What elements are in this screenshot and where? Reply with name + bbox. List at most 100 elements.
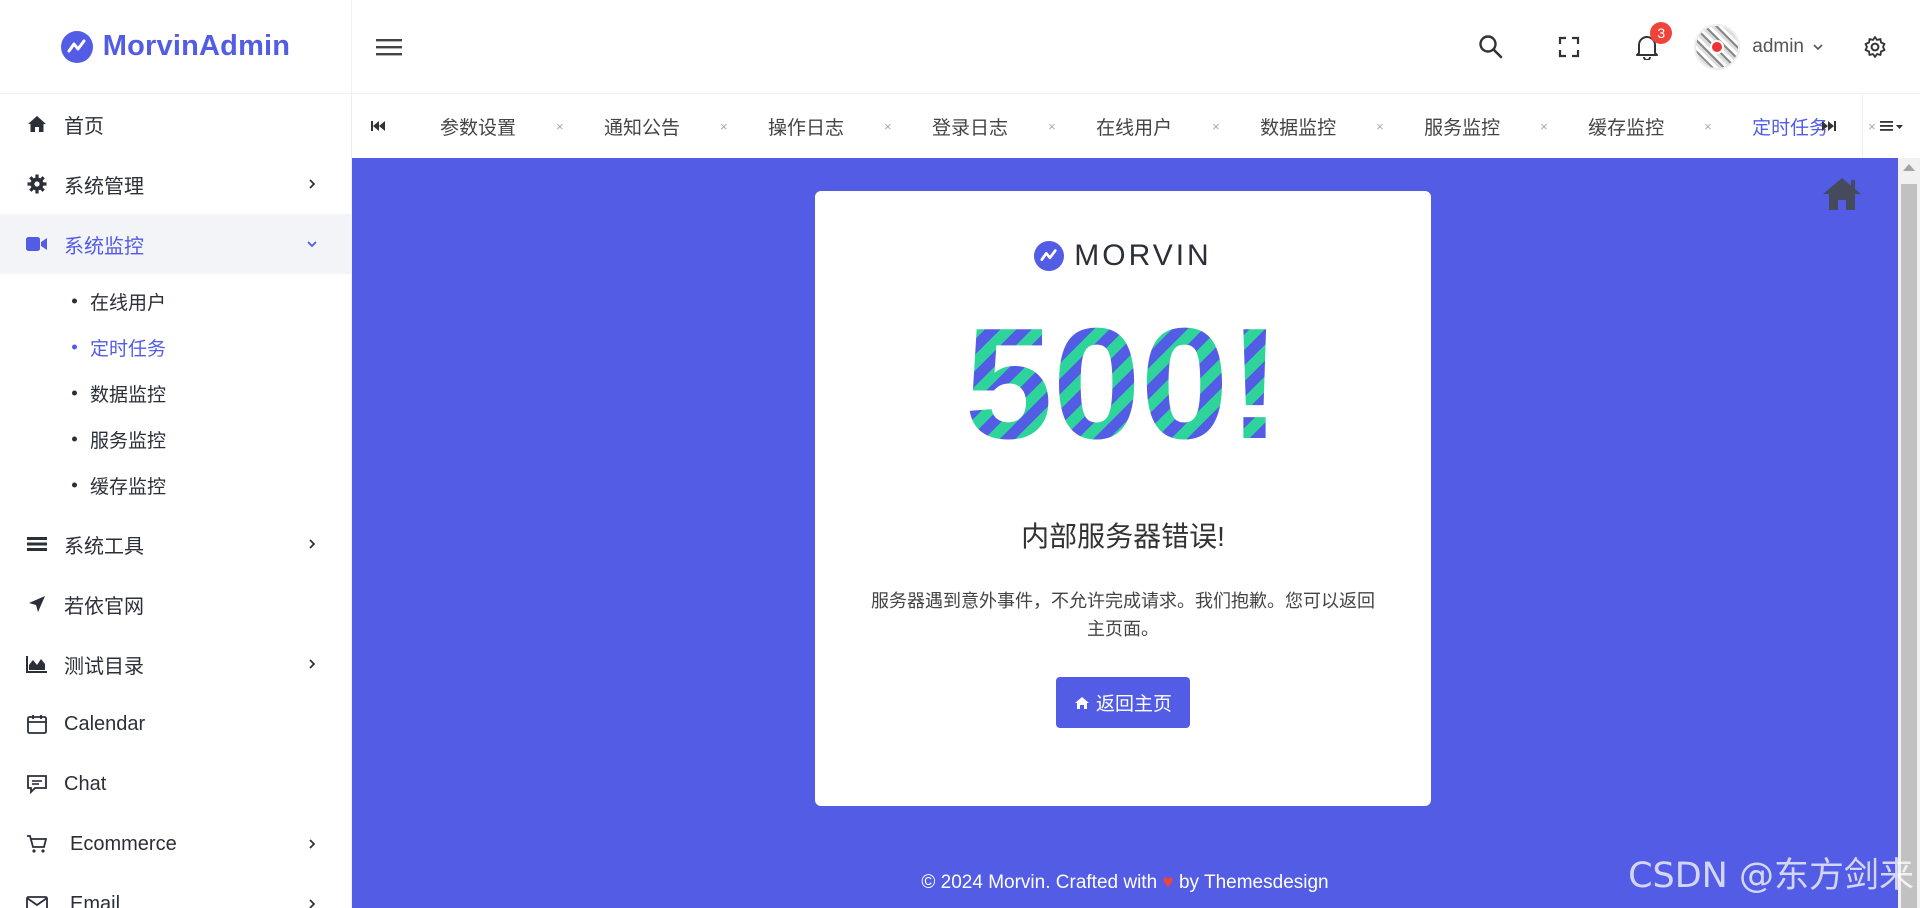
- chevron-down-icon: [1813, 44, 1823, 51]
- notification-bell-icon[interactable]: 3: [1632, 22, 1673, 62]
- tab-close-icon[interactable]: ×: [1704, 119, 1716, 134]
- user-menu[interactable]: admin: [1694, 24, 1824, 70]
- submenu-item-cache-monitor[interactable]: 缓存监控: [0, 462, 351, 508]
- footer-text-suffix: by Themesdesign: [1178, 872, 1329, 893]
- settings-gear-icon[interactable]: [1860, 32, 1890, 62]
- tab-param-settings[interactable]: 参数设置 ×: [404, 94, 568, 158]
- fullscreen-icon[interactable]: [1554, 32, 1584, 62]
- vertical-scrollbar[interactable]: [1898, 158, 1920, 908]
- search-icon[interactable]: [1476, 32, 1506, 62]
- location-arrow-icon: [26, 593, 48, 615]
- tab-close-icon[interactable]: ×: [1212, 119, 1224, 134]
- sidebar-item-chat[interactable]: Chat: [0, 754, 351, 814]
- home-icon[interactable]: [1821, 176, 1863, 217]
- sidebar-menu: 首页 系统管理 系统监控 在线用户 定时任务 数据监控 服务监控 缓存监控 系统…: [0, 94, 351, 908]
- tabs-bar: 参数设置 × 通知公告 × 操作日志 × 登录日志 × 在线用户 × 数据监控 × 服务监控…: [352, 94, 1920, 158]
- watermark-text: CSDN @东方剑来: [1628, 856, 1914, 896]
- error-description: 服务器遇到意外事件，不允许完成请求。我们抱歉。您可以返回主页面。: [871, 591, 1375, 639]
- error-title: 内部服务器错误!: [1021, 521, 1225, 552]
- sidebar-item-system-management[interactable]: 系统管理: [0, 154, 351, 214]
- sidebar-item-label: 系统监控: [64, 235, 144, 258]
- sidebar-item-label: Email: [70, 892, 121, 908]
- sidebar-item-email[interactable]: Email: [0, 874, 351, 908]
- tab-cache-monitor[interactable]: 缓存监控 ×: [1552, 94, 1716, 158]
- heart-icon: ♥: [1162, 872, 1174, 893]
- tab-close-icon[interactable]: ×: [1376, 119, 1388, 134]
- tabs-menu-dropdown[interactable]: [1862, 94, 1920, 158]
- submenu-item-online-users[interactable]: 在线用户: [0, 278, 351, 324]
- tabs-controls: [1796, 94, 1920, 158]
- cart-icon: [26, 833, 48, 855]
- tabs-scroll-right-button[interactable]: [1796, 94, 1862, 158]
- bars-icon: [26, 533, 48, 555]
- scroll-up-arrow-icon[interactable]: [1903, 164, 1915, 171]
- chevron-right-icon: [309, 179, 316, 189]
- sidebar-item-home[interactable]: 首页: [0, 94, 351, 154]
- brand-wordmark: MORVIN: [1074, 239, 1212, 272]
- tab-close-icon[interactable]: ×: [556, 119, 568, 134]
- tab-close-icon[interactable]: ×: [1540, 119, 1552, 134]
- sidebar-item-system-monitor[interactable]: 系统监控: [0, 214, 351, 274]
- sidebar-item-system-tools[interactable]: 系统工具: [0, 514, 351, 574]
- calendar-icon: [26, 713, 48, 735]
- sidebar-item-calendar[interactable]: Calendar: [0, 694, 351, 754]
- home-icon: [1074, 696, 1089, 709]
- back-home-button[interactable]: 返回主页: [1055, 677, 1190, 728]
- sidebar: MorvinAdmin 首页 系统管理 系统监控 在线用户 定时任务 数据监控 …: [0, 0, 352, 908]
- sidebar-item-label: Calendar: [64, 712, 146, 735]
- brand-name: MorvinAdmin: [102, 30, 291, 62]
- home-icon: [26, 113, 48, 135]
- tab-service-monitor[interactable]: 服务监控 ×: [1388, 94, 1552, 158]
- top-header: 3 admin: [352, 0, 1920, 94]
- brand-logo-icon: [60, 30, 93, 63]
- chevron-right-icon: [309, 659, 316, 669]
- sidebar-item-test-directory[interactable]: 测试目录: [0, 634, 351, 694]
- chat-icon: [26, 773, 48, 795]
- submenu-item-service-monitor[interactable]: 服务监控: [0, 416, 351, 462]
- sidebar-item-label: 系统工具: [64, 535, 144, 558]
- chevron-right-icon: [309, 539, 316, 549]
- submenu-item-data-monitor[interactable]: 数据监控: [0, 370, 351, 416]
- tab-close-icon[interactable]: ×: [1048, 119, 1060, 134]
- brand-logo-link[interactable]: MorvinAdmin: [0, 0, 351, 94]
- tab-notices[interactable]: 通知公告 ×: [568, 94, 732, 158]
- tabs-scroll-left-button[interactable]: [352, 94, 404, 158]
- tab-data-monitor[interactable]: 数据监控 ×: [1224, 94, 1388, 158]
- chevron-down-icon: [307, 241, 317, 248]
- sidebar-item-label: 首页: [64, 115, 104, 138]
- sidebar-item-label: 测试目录: [64, 655, 144, 678]
- error-card-brand: MORVIN: [815, 239, 1431, 273]
- sidebar-item-ecommerce[interactable]: Ecommerce: [0, 814, 351, 874]
- header-actions: 3 admin: [1458, 0, 1920, 94]
- back-home-button-label: 返回主页: [1095, 694, 1172, 715]
- error-card: MORVIN 500! 内部服务器错误! 服务器遇到意外事件，不允许完成请求。我…: [815, 191, 1431, 806]
- system-monitor-submenu: 在线用户 定时任务 数据监控 服务监控 缓存监控: [0, 274, 351, 514]
- gear-icon: [26, 173, 48, 195]
- sidebar-item-ruoyi-site[interactable]: 若依官网: [0, 574, 351, 634]
- area-chart-icon: [26, 653, 48, 675]
- tab-close-icon[interactable]: ×: [884, 119, 896, 134]
- submenu-item-scheduled-tasks[interactable]: 定时任务: [0, 324, 351, 370]
- username: admin: [1752, 36, 1804, 57]
- sidebar-item-label: Chat: [64, 772, 107, 795]
- tab-login-log[interactable]: 登录日志 ×: [896, 94, 1060, 158]
- skip-forward-icon: [1822, 121, 1836, 131]
- sidebar-item-label: Ecommerce: [70, 832, 177, 855]
- footer-text-prefix: © 2024 Morvin. Crafted with: [921, 872, 1158, 893]
- brand-logo-icon: [1034, 241, 1065, 271]
- tab-close-icon[interactable]: ×: [720, 119, 732, 134]
- chevron-right-icon: [309, 899, 316, 908]
- list-dropdown-icon: [1879, 121, 1903, 131]
- sidebar-item-label: 系统管理: [64, 175, 144, 198]
- tab-online-users[interactable]: 在线用户 ×: [1060, 94, 1224, 158]
- skip-back-icon: [371, 121, 385, 131]
- error-code: 500!: [815, 305, 1431, 463]
- scrollbar-thumb[interactable]: [1901, 184, 1917, 908]
- video-icon: [26, 233, 48, 255]
- menu-toggle-icon[interactable]: [374, 32, 404, 62]
- sidebar-item-label: 若依官网: [64, 595, 144, 618]
- mail-icon: [26, 893, 48, 908]
- tab-operation-log[interactable]: 操作日志 ×: [732, 94, 896, 158]
- chevron-right-icon: [309, 839, 316, 849]
- avatar: [1694, 24, 1741, 70]
